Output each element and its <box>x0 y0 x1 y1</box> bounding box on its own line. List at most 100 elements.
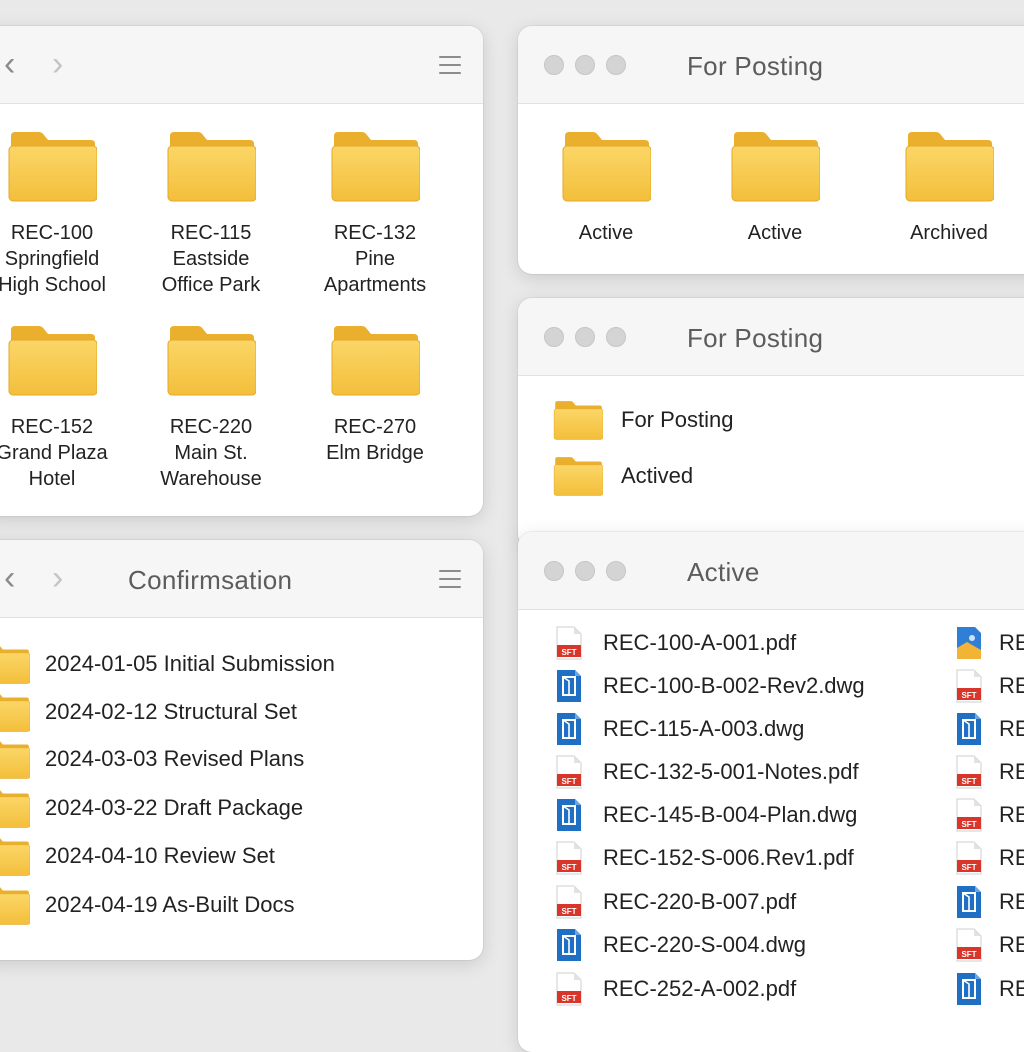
close-button[interactable] <box>544 55 564 75</box>
window-controls <box>544 55 626 75</box>
project-folder[interactable]: REC-220 Main St. Warehouse <box>131 324 291 492</box>
folder-icon <box>0 739 30 779</box>
window-title: For Posting <box>687 323 824 353</box>
folder-row[interactable]: For Posting <box>553 400 734 440</box>
pdf-file-icon <box>955 841 983 875</box>
file-row[interactable]: RE <box>955 623 1024 663</box>
title-bar: Active <box>518 532 1024 610</box>
pdf-file-icon <box>555 885 583 919</box>
file-row[interactable]: RE <box>955 882 1024 922</box>
zoom-button[interactable] <box>606 561 626 581</box>
file-row[interactable]: RE <box>955 969 1024 1009</box>
folder-icon <box>553 456 603 496</box>
window-title: Confirmsation <box>128 565 293 595</box>
project-folder[interactable]: REC-132 Pine Apartments <box>295 130 455 298</box>
folder-row[interactable]: 2024-01-05 Initial Submission <box>0 644 335 684</box>
image-file-icon <box>955 626 983 660</box>
folder-label: For Posting <box>621 407 734 432</box>
zoom-button[interactable] <box>606 55 626 75</box>
file-row[interactable]: REC-220-B-007.pdf <box>555 882 796 922</box>
project-folder[interactable]: REC-100 Springfield High School <box>0 130 132 298</box>
folder-icon <box>7 324 97 396</box>
file-row[interactable]: REC-145-B-004-Plan.dwg <box>555 795 857 835</box>
file-row[interactable]: REC-100-B-002-Rev2.dwg <box>555 666 865 706</box>
file-row[interactable]: RE <box>955 795 1024 835</box>
back-arrow-icon[interactable]: ‹ <box>4 46 15 82</box>
file-name: REC-100-B-002-Rev2.dwg <box>603 673 865 698</box>
file-row[interactable]: REC-100-A-001.pdf <box>555 623 796 663</box>
folder-row[interactable]: 2024-02-12 Structural Set <box>0 692 297 732</box>
file-name: RE <box>999 630 1024 655</box>
folder-icon <box>330 324 420 396</box>
projects-toolbar: ‹ › <box>0 26 483 104</box>
folder-label: 2024-04-19 As-Built Docs <box>45 892 295 917</box>
file-name: RE <box>999 759 1024 784</box>
dwg-file-icon <box>555 798 583 832</box>
file-name: REC-220-B-007.pdf <box>603 889 797 914</box>
file-name: REC-145-B-004-Plan.dwg <box>603 802 858 827</box>
file-row[interactable]: REC-132-5-001-Notes.pdf <box>555 752 859 792</box>
project-folder[interactable]: REC-270 Elm Bridge <box>295 324 455 466</box>
file-name: REC-115-A-003.dwg <box>603 716 805 741</box>
pdf-file-icon <box>555 626 583 660</box>
forward-arrow-icon[interactable]: › <box>52 46 63 82</box>
folder-item[interactable]: Active <box>526 130 686 246</box>
folder-row[interactable]: 2024-03-22 Draft Package <box>0 788 303 828</box>
dwg-file-icon <box>955 712 983 746</box>
file-row[interactable]: RE <box>955 838 1024 878</box>
folder-icon <box>0 885 30 925</box>
file-name: RE <box>999 716 1024 741</box>
close-button[interactable] <box>544 561 564 581</box>
folder-label: Archived <box>910 222 988 244</box>
dwg-file-icon <box>555 712 583 746</box>
zoom-button[interactable] <box>606 327 626 347</box>
for-posting-list-window: For Posting For Posting Actived <box>518 298 1024 548</box>
forward-arrow-icon[interactable]: › <box>52 560 63 596</box>
file-row[interactable]: RE <box>955 709 1024 749</box>
file-name: REC-100-A-001.pdf <box>603 630 797 655</box>
folder-label: 2024-03-03 Revised Plans <box>45 746 305 771</box>
minimize-button[interactable] <box>575 55 595 75</box>
file-row[interactable]: REC-115-A-003.dwg <box>555 709 804 749</box>
for-posting-grid-window: For Posting Active Active Archived <box>518 26 1024 274</box>
pdf-file-icon <box>955 928 983 962</box>
file-name: RE <box>999 932 1024 957</box>
file-row[interactable]: RE <box>955 752 1024 792</box>
close-button[interactable] <box>544 327 564 347</box>
file-row[interactable]: REC-152-S-006.Rev1.pdf <box>555 838 854 878</box>
folder-icon <box>553 400 603 440</box>
folder-row[interactable]: 2024-04-10 Review Set <box>0 836 275 876</box>
folder-icon <box>166 324 256 396</box>
file-row[interactable]: RE <box>955 666 1024 706</box>
project-folder[interactable]: REC-115 Eastside Office Park <box>131 130 291 298</box>
pdf-file-icon <box>555 755 583 789</box>
project-folder[interactable]: REC-152 Grand Plaza Hotel <box>0 324 132 492</box>
hamburger-menu-icon[interactable] <box>439 56 461 74</box>
file-name: REC-220-S-004.dwg <box>603 932 806 957</box>
window-controls <box>544 561 626 581</box>
folder-label: Active <box>578 222 634 244</box>
file-row[interactable]: REC-252-A-002.pdf <box>555 969 796 1009</box>
folder-icon <box>166 130 256 202</box>
pdf-file-icon <box>955 798 983 832</box>
folder-label: Actived <box>621 463 694 488</box>
file-row[interactable]: REC-220-S-004.dwg <box>555 925 806 965</box>
file-name: REC-152-S-006.Rev1.pdf <box>603 845 854 870</box>
folder-icon <box>330 130 420 202</box>
folder-item[interactable]: Active <box>695 130 855 246</box>
folder-row[interactable]: 2024-03-03 Revised Plans <box>0 739 304 779</box>
minimize-button[interactable] <box>575 327 595 347</box>
minimize-button[interactable] <box>575 561 595 581</box>
folder-row[interactable]: 2024-04-19 As-Built Docs <box>0 885 294 925</box>
back-arrow-icon[interactable]: ‹ <box>4 560 15 596</box>
folder-icon <box>0 644 30 684</box>
pdf-file-icon <box>955 755 983 789</box>
hamburger-menu-icon[interactable] <box>439 570 461 588</box>
folder-icon <box>561 130 651 202</box>
folder-row[interactable]: Actived <box>553 456 693 496</box>
file-row[interactable]: RE <box>955 925 1024 965</box>
folder-label: 2024-01-05 Initial Submission <box>45 651 335 676</box>
confirmation-window: ‹ › Confirmsation 2024-01-05 Initial Sub… <box>0 540 483 960</box>
folder-icon <box>904 130 994 202</box>
folder-item[interactable]: Archived <box>869 130 1024 246</box>
